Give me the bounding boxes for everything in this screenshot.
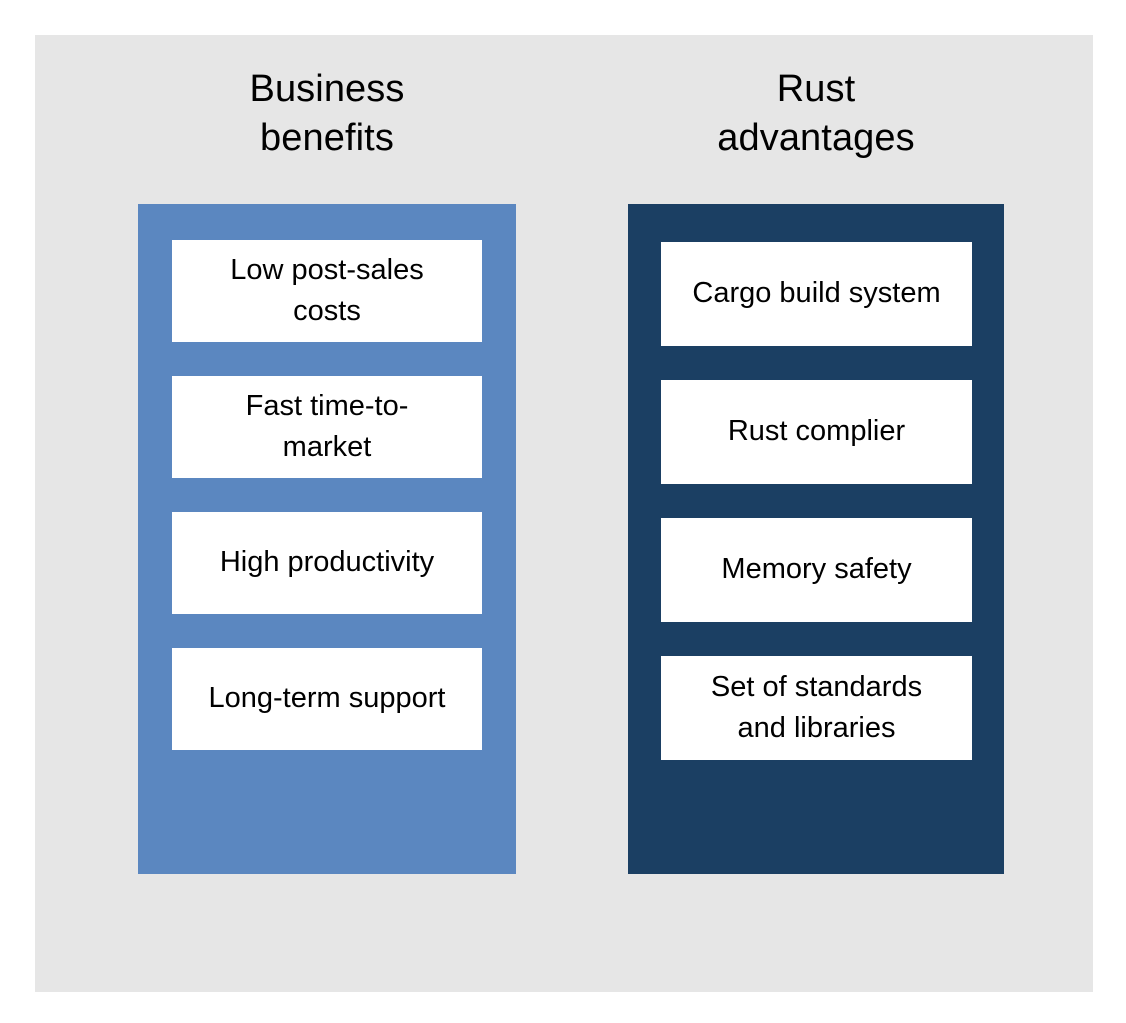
- panel-business-benefits: Low post-sales costs Fast time-to- marke…: [138, 204, 516, 874]
- card-memory-safety[interactable]: Memory safety: [661, 518, 972, 622]
- card-high-productivity[interactable]: High productivity: [172, 512, 482, 614]
- card-rust-complier[interactable]: Rust complier: [661, 380, 972, 484]
- column-title-rust-advantages: Rust advantages: [717, 68, 915, 159]
- column-title-business-benefits: Business benefits: [249, 68, 405, 159]
- card-long-term-support[interactable]: Long-term support: [172, 648, 482, 750]
- slide-canvas: Business benefits Low post-sales costs F…: [35, 35, 1093, 992]
- card-set-of-standards-and-libraries[interactable]: Set of standards and libraries: [661, 656, 972, 760]
- column-business-benefits: Business benefits Low post-sales costs F…: [138, 35, 516, 992]
- column-rust-advantages: Rust advantages Cargo build system Rust …: [628, 35, 1004, 992]
- card-cargo-build-system[interactable]: Cargo build system: [661, 242, 972, 346]
- card-low-post-sales-costs[interactable]: Low post-sales costs: [172, 240, 482, 342]
- card-fast-time-to-market[interactable]: Fast time-to- market: [172, 376, 482, 478]
- panel-rust-advantages: Cargo build system Rust complier Memory …: [628, 204, 1004, 874]
